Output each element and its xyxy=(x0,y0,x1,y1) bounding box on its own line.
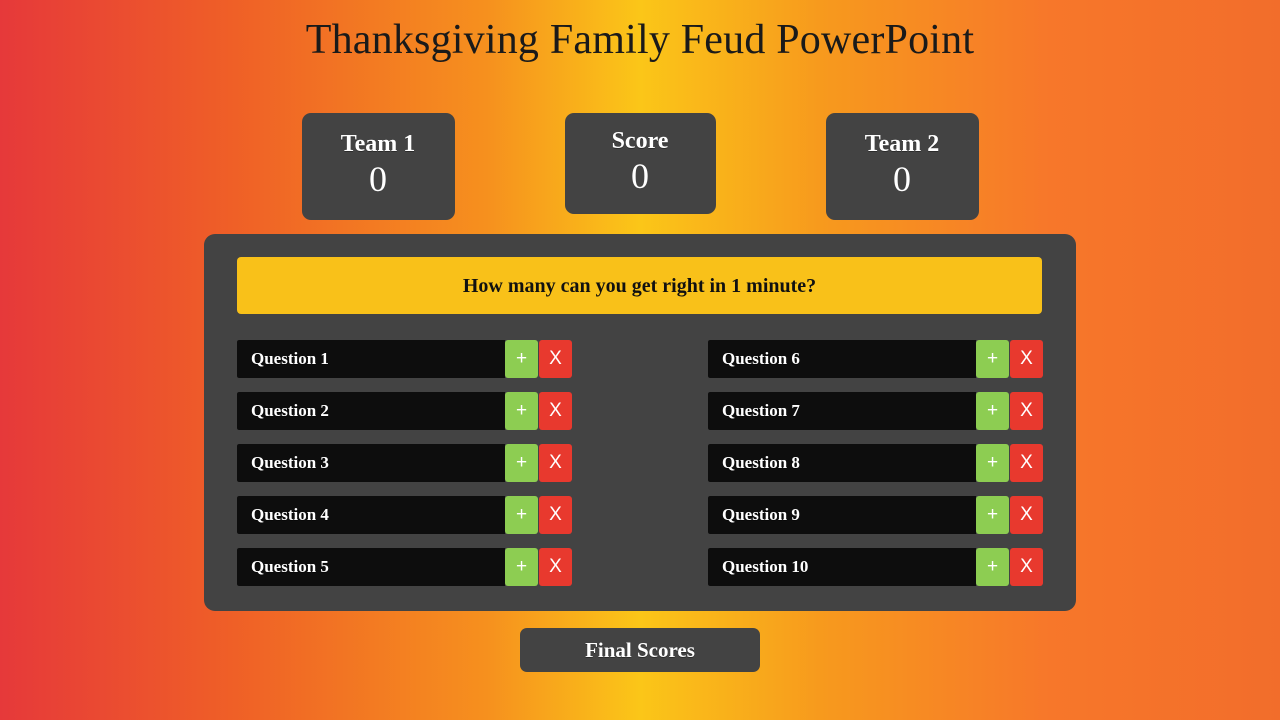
team2-score-value: 0 xyxy=(893,159,911,199)
add-point-button[interactable]: + xyxy=(976,496,1009,534)
table-row[interactable]: Question 4 + X xyxy=(237,496,572,534)
add-point-button[interactable]: + xyxy=(505,444,538,482)
question-column-left: Question 1 + X Question 2 + X Question 3… xyxy=(237,340,572,586)
table-row[interactable]: Question 2 + X xyxy=(237,392,572,430)
remove-point-button[interactable]: X xyxy=(539,496,572,534)
team2-score-box[interactable]: Team 2 0 xyxy=(825,113,979,220)
question-label[interactable]: Question 1 xyxy=(237,340,505,378)
question-panel: How many can you get right in 1 minute? … xyxy=(204,234,1076,611)
footer: Final Scores xyxy=(0,628,1280,672)
team1-label: Team 1 xyxy=(340,131,416,157)
question-label[interactable]: Question 4 xyxy=(237,496,505,534)
question-column-right: Question 6 + X Question 7 + X Question 8… xyxy=(708,340,1043,586)
question-label[interactable]: Question 2 xyxy=(237,392,505,430)
add-point-button[interactable]: + xyxy=(976,392,1009,430)
table-row[interactable]: Question 3 + X xyxy=(237,444,572,482)
add-point-button[interactable]: + xyxy=(505,340,538,378)
remove-point-button[interactable]: X xyxy=(539,392,572,430)
add-point-button[interactable]: + xyxy=(976,548,1009,586)
team1-score-value: 0 xyxy=(369,159,387,199)
remove-point-button[interactable]: X xyxy=(1010,340,1043,378)
remove-point-button[interactable]: X xyxy=(539,444,572,482)
add-point-button[interactable]: + xyxy=(976,444,1009,482)
center-score-box[interactable]: Score 0 xyxy=(564,113,716,214)
remove-point-button[interactable]: X xyxy=(1010,392,1043,430)
table-row[interactable]: Question 6 + X xyxy=(708,340,1043,378)
table-row[interactable]: Question 7 + X xyxy=(708,392,1043,430)
scoreboard: Team 1 0 Score 0 Team 2 0 xyxy=(0,113,1280,220)
table-row[interactable]: Question 8 + X xyxy=(708,444,1043,482)
question-label[interactable]: Question 7 xyxy=(708,392,976,430)
final-scores-button[interactable]: Final Scores xyxy=(520,628,760,672)
slide-canvas: Thanksgiving Family Feud PowerPoint Team… xyxy=(0,0,1280,720)
remove-point-button[interactable]: X xyxy=(1010,444,1043,482)
add-point-button[interactable]: + xyxy=(976,340,1009,378)
table-row[interactable]: Question 5 + X xyxy=(237,548,572,586)
table-row[interactable]: Question 1 + X xyxy=(237,340,572,378)
prompt-banner: How many can you get right in 1 minute? xyxy=(237,257,1042,314)
center-score-label: Score xyxy=(611,128,669,154)
question-label[interactable]: Question 8 xyxy=(708,444,976,482)
remove-point-button[interactable]: X xyxy=(539,340,572,378)
remove-point-button[interactable]: X xyxy=(1010,496,1043,534)
table-row[interactable]: Question 9 + X xyxy=(708,496,1043,534)
page-title: Thanksgiving Family Feud PowerPoint xyxy=(305,17,975,63)
remove-point-button[interactable]: X xyxy=(539,548,572,586)
center-score-value: 0 xyxy=(631,156,649,196)
question-label[interactable]: Question 6 xyxy=(708,340,976,378)
add-point-button[interactable]: + xyxy=(505,392,538,430)
question-label[interactable]: Question 3 xyxy=(237,444,505,482)
team2-label: Team 2 xyxy=(864,131,940,157)
add-point-button[interactable]: + xyxy=(505,548,538,586)
question-label[interactable]: Question 5 xyxy=(237,548,505,586)
table-row[interactable]: Question 10 + X xyxy=(708,548,1043,586)
team1-score-box[interactable]: Team 1 0 xyxy=(301,113,455,220)
remove-point-button[interactable]: X xyxy=(1010,548,1043,586)
add-point-button[interactable]: + xyxy=(505,496,538,534)
question-label[interactable]: Question 10 xyxy=(708,548,976,586)
question-columns: Question 1 + X Question 2 + X Question 3… xyxy=(237,340,1043,586)
question-label[interactable]: Question 9 xyxy=(708,496,976,534)
prompt-banner-text: How many can you get right in 1 minute? xyxy=(462,274,817,297)
